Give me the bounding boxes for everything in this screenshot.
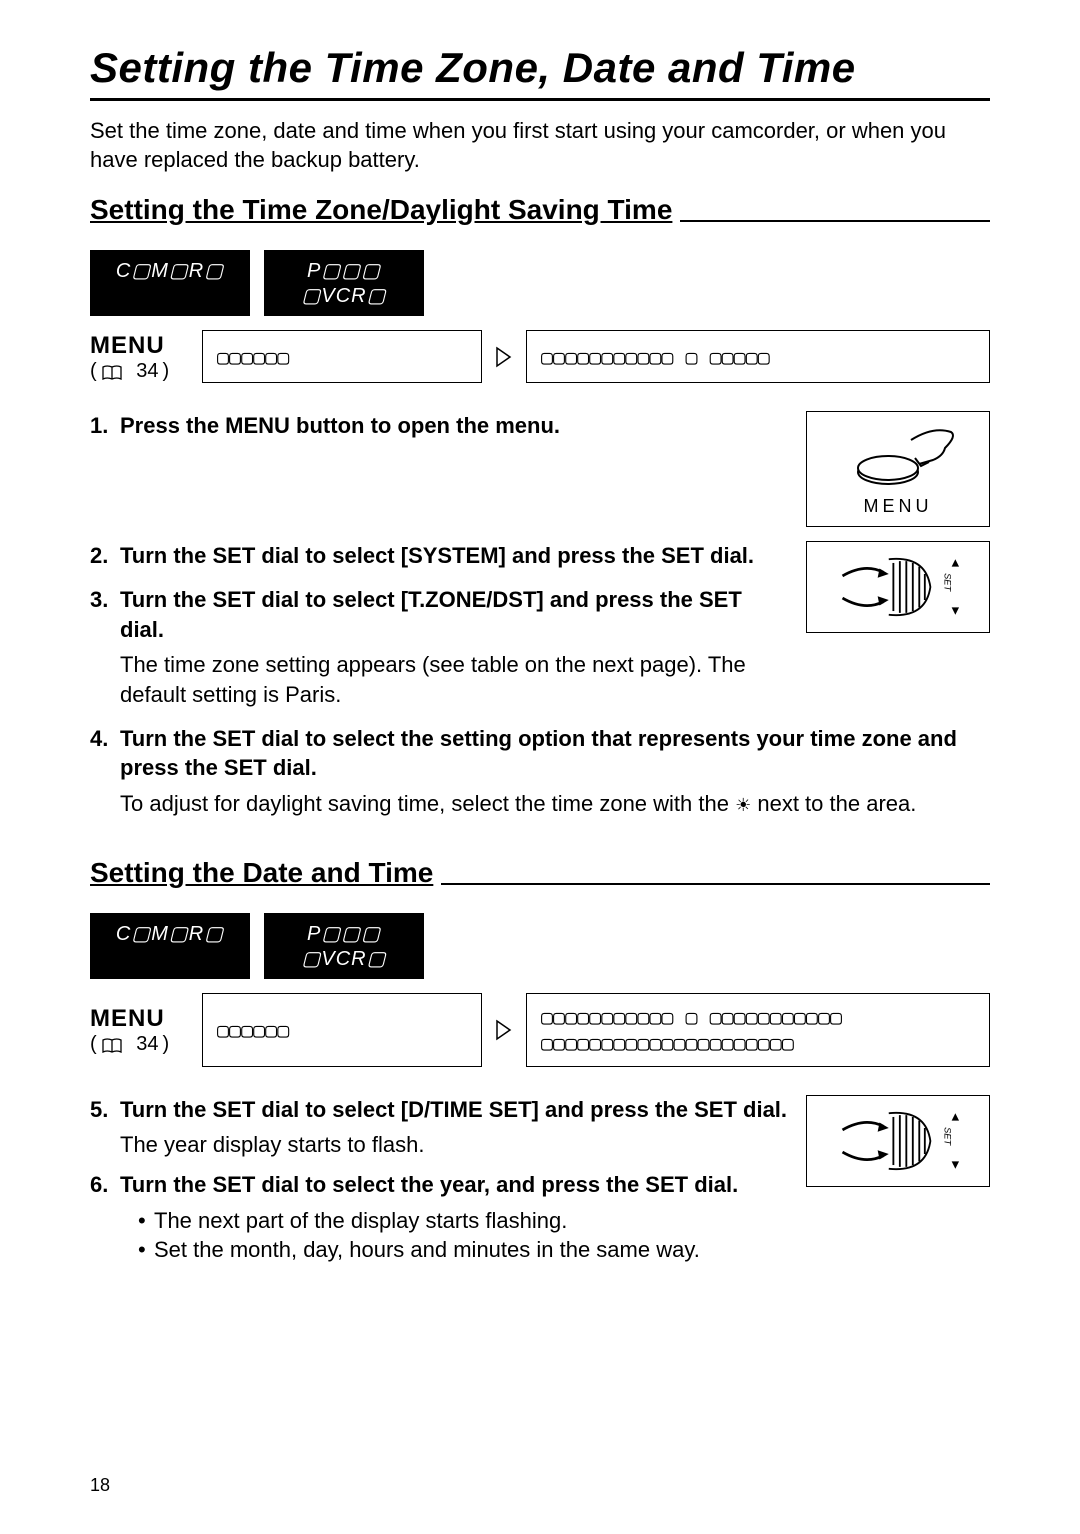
menu-arrow-icon (494, 330, 514, 383)
menu-ref: ( 34) (90, 360, 190, 383)
page-title: Setting the Time Zone, Date and Time (90, 44, 990, 92)
step-4-num: 4. (90, 724, 114, 783)
section2-heading: Setting the Date and Time (90, 857, 990, 889)
menu-ref-num: 34 (136, 360, 158, 383)
step-3: 3. Turn the SET dial to select [T.ZONE/D… (90, 585, 790, 644)
title-rule (90, 98, 990, 101)
menu-ref-num: 34 (136, 1033, 158, 1056)
menu-box-2: ▢▢▢▢▢▢▢▢▢▢▢ ▢ ▢▢▢▢▢▢▢▢▢▢▢ ▢▢▢▢▢▢▢▢▢▢▢▢▢▢… (526, 993, 990, 1067)
book-icon (101, 364, 123, 380)
illus-menu-button: MENU (806, 411, 990, 527)
section2-modes: C▢M▢R▢ P▢▢▢ ▢VCR▢ (90, 913, 990, 979)
menu-box-2: ▢▢▢▢▢▢▢▢▢▢▢ ▢ ▢▢▢▢▢ (526, 330, 990, 383)
mode-play-vcr: P▢▢▢ ▢VCR▢ (264, 250, 424, 316)
menu-ref: ( 34) (90, 1033, 190, 1056)
illus-set-dial-2: SET (806, 1095, 990, 1187)
step-1-row: 1. Press the MENU button to open the men… (90, 411, 990, 527)
section1-heading-text: Setting the Time Zone/Daylight Saving Ti… (90, 194, 672, 226)
menu-word: MENU (90, 332, 190, 360)
step-5-num: 5. (90, 1095, 114, 1125)
step-3-num: 3. (90, 585, 114, 644)
step-1: 1. Press the MENU button to open the men… (90, 411, 790, 441)
step-4-sub-suffix: next to the area. (757, 791, 916, 816)
mode-camera: C▢M▢R▢ (90, 250, 250, 316)
step-4-sub: To adjust for daylight saving time, sele… (120, 789, 990, 819)
menu-label: MENU ( 34) (90, 993, 190, 1067)
step-5-text: Turn the SET dial to select [D/TIME SET]… (120, 1095, 787, 1125)
section2-heading-text: Setting the Date and Time (90, 857, 433, 889)
step-6-text: Turn the SET dial to select the year, an… (120, 1170, 738, 1200)
step-6: 6. Turn the SET dial to select the year,… (90, 1170, 790, 1200)
section1-steps: 1. Press the MENU button to open the men… (90, 411, 990, 833)
step-6-bullet-2: Set the month, day, hours and minutes in… (138, 1235, 790, 1265)
section1-modes: C▢M▢R▢ P▢▢▢ ▢VCR▢ (90, 250, 990, 316)
mode-camera: C▢M▢R▢ (90, 913, 250, 979)
heading-rule (680, 220, 990, 222)
mode-play-vcr: P▢▢▢ ▢VCR▢ (264, 913, 424, 979)
illus-menu-caption: MENU (864, 496, 933, 517)
page-number: 18 (90, 1475, 110, 1496)
step-2: 2. Turn the SET dial to select [SYSTEM] … (90, 541, 790, 571)
step-2-num: 2. (90, 541, 114, 571)
step-3-text: Turn the SET dial to select [T.ZONE/DST]… (120, 585, 790, 644)
menu-label: MENU ( 34) (90, 330, 190, 383)
step-5-row: 5. Turn the SET dial to select [D/TIME S… (90, 1095, 990, 1265)
step-1-text: Press the MENU button to open the menu. (120, 411, 560, 441)
illus-set-dial-1: SET (806, 541, 990, 633)
step-5-sub: The year display starts to flash. (120, 1130, 790, 1160)
menu-box-1: ▢▢▢▢▢▢ (202, 330, 482, 383)
svg-text:SET: SET (942, 573, 952, 592)
step-2-text: Turn the SET dial to select [SYSTEM] and… (120, 541, 754, 571)
book-icon (101, 1037, 123, 1053)
section2-menu-row: MENU ( 34) ▢▢▢▢▢▢ ▢▢▢▢▢▢▢▢▢▢▢ ▢ ▢▢▢▢▢▢▢▢… (90, 993, 990, 1067)
step-6-bullets: The next part of the display starts flas… (138, 1206, 790, 1265)
section2-steps: 5. Turn the SET dial to select [D/TIME S… (90, 1095, 990, 1279)
heading-rule (441, 883, 990, 885)
intro-text: Set the time zone, date and time when yo… (90, 117, 990, 174)
menu-arrow-icon (494, 993, 514, 1067)
step-6-num: 6. (90, 1170, 114, 1200)
svg-text:SET: SET (942, 1127, 952, 1146)
step-3-sub: The time zone setting appears (see table… (120, 650, 790, 709)
menu-word: MENU (90, 1005, 190, 1033)
step-4-sub-prefix: To adjust for daylight saving time, sele… (120, 791, 735, 816)
section1-menu-row: MENU ( 34) ▢▢▢▢▢▢ ▢▢▢▢▢▢▢▢▢▢▢ ▢ ▢▢▢▢▢ (90, 330, 990, 383)
step-5: 5. Turn the SET dial to select [D/TIME S… (90, 1095, 790, 1125)
dst-sun-icon: ☀ (735, 795, 751, 815)
step-6-bullet-1: The next part of the display starts flas… (138, 1206, 790, 1236)
step-4-row: 4. Turn the SET dial to select the setti… (90, 724, 990, 819)
step-4: 4. Turn the SET dial to select the setti… (90, 724, 990, 783)
menu-box-1: ▢▢▢▢▢▢ (202, 993, 482, 1067)
step-4-text: Turn the SET dial to select the setting … (120, 724, 990, 783)
step-1-num: 1. (90, 411, 114, 441)
section1-heading: Setting the Time Zone/Daylight Saving Ti… (90, 194, 990, 226)
step-2-3-row: 2. Turn the SET dial to select [SYSTEM] … (90, 541, 990, 709)
